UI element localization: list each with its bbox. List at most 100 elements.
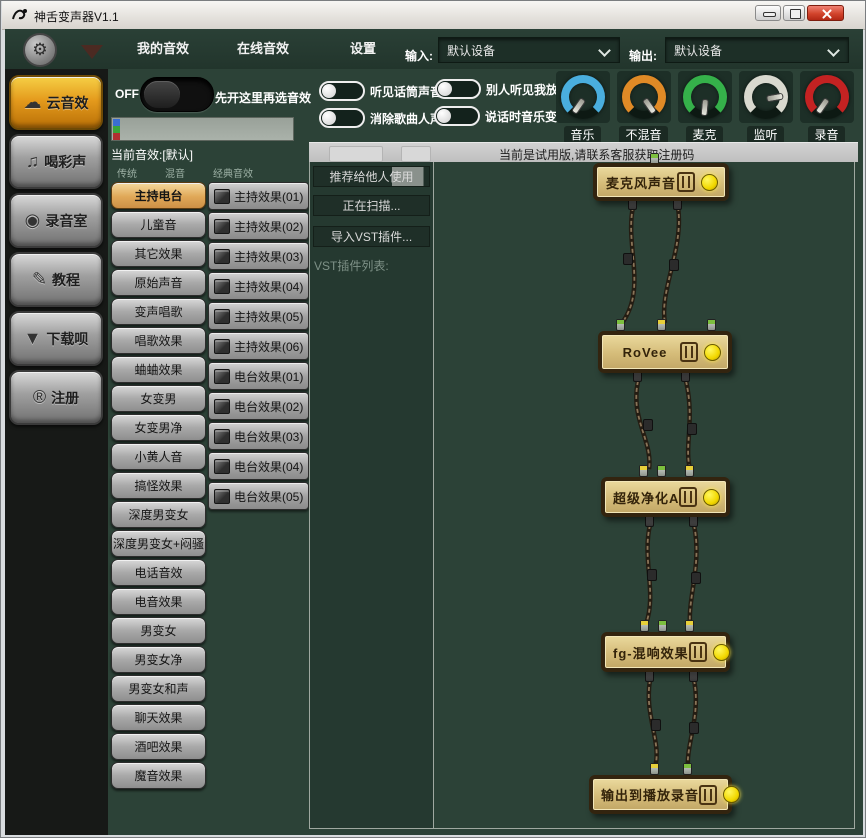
bypass-icon[interactable] [677,172,695,192]
knob-dial[interactable] [678,71,732,123]
effect-category-button[interactable]: 搞怪效果 [111,472,206,499]
node-reverb[interactable]: fg-混响效果 [601,632,730,672]
effect-category-button[interactable]: 酒吧效果 [111,733,206,760]
knob-dial[interactable] [739,71,793,123]
sidebar-button[interactable]: ✎ 教程 [9,252,103,307]
effect-category-button[interactable]: 男变女 [111,617,206,644]
sidebar-button[interactable]: ◉ 录音室 [9,193,103,248]
effect-category-button[interactable]: 深度男变女 [111,501,206,528]
node-output[interactable]: 输出到播放录音 [589,775,732,814]
effect-preset-button[interactable]: 电台效果(01) [208,362,309,390]
effect-preset-button[interactable]: 电台效果(02) [208,392,309,420]
toggle-switch[interactable] [434,106,480,126]
effect-category-button[interactable]: 男变女和声 [111,675,206,702]
bypass-icon[interactable] [699,785,717,805]
nav-tab[interactable]: 我的音效 [113,29,213,69]
titlebar[interactable]: 神舌变声器V1.1 [2,1,866,30]
effect-category-button[interactable]: 蛐蛐效果 [111,356,206,383]
bypass-icon[interactable] [679,487,697,507]
vst-panel-button[interactable]: 推荐给他人使用 [313,166,430,187]
node-led[interactable] [713,644,730,661]
effect-category-button[interactable]: 小黄人音 [111,443,206,470]
chevron-down-icon[interactable] [81,45,103,59]
node-rovee[interactable]: RoVee [598,331,732,373]
input-device-dropdown[interactable]: 默认设备 [438,37,620,63]
knob-dial[interactable] [556,71,610,123]
volume-knob[interactable]: 音乐 [554,71,611,144]
node-led[interactable] [704,344,721,361]
effect-category-button[interactable]: 女变男 [111,385,206,412]
node-pin[interactable] [658,620,667,632]
node-pin[interactable] [616,319,625,331]
toggle-switch[interactable] [319,81,365,101]
effect-preset-button[interactable]: 主持效果(05) [208,302,309,330]
node-pin[interactable] [657,465,666,477]
close-button[interactable] [807,5,844,21]
volume-knob[interactable]: 录音 [798,71,855,144]
effect-category-button[interactable]: 电话音效 [111,559,206,586]
effect-preset-button[interactable]: 主持效果(03) [208,242,309,270]
effect-category-button[interactable]: 变声唱歌 [111,298,206,325]
nav-tab[interactable]: 在线音效 [213,29,313,69]
vst-panel: 推荐给他人使用正在扫描...导入VST插件... VST插件列表: [309,162,434,829]
effect-category-button[interactable]: 聊天效果 [111,704,206,731]
nav-tab[interactable]: 设置 [313,29,413,69]
sidebar-button[interactable]: ☁ 云音效 [9,75,103,130]
maximize-button[interactable] [783,5,805,21]
notice-button[interactable] [401,146,431,162]
effect-category-button[interactable]: 女变男净 [111,414,206,441]
sidebar-button[interactable]: ♫ 喝彩声 [9,134,103,189]
effect-preset-button[interactable]: 主持效果(06) [208,332,309,360]
knob-ring [805,75,849,119]
effect-category-button[interactable]: 男变女净 [111,646,206,673]
node-pin[interactable] [685,620,694,632]
effect-preset-button[interactable]: 电台效果(05) [208,482,309,510]
toggle-switch[interactable] [319,108,365,128]
node-pin[interactable] [683,763,692,775]
effect-category-button[interactable]: 深度男变女+闷骚 [111,530,206,557]
node-pin[interactable] [707,319,716,331]
node-purifier[interactable]: 超级净化A [601,477,730,517]
effect-category-button[interactable]: 魔音效果 [111,762,206,789]
minimize-button[interactable] [755,5,781,21]
effect-preset-button[interactable]: 电台效果(03) [208,422,309,450]
node-led[interactable] [701,174,718,191]
node-pin[interactable] [640,620,649,632]
node-led[interactable] [723,786,740,803]
effect-category-button[interactable]: 其它效果 [111,240,206,267]
effect-category-button[interactable]: 唱歌效果 [111,327,206,354]
node-microphone[interactable]: 麦克风声音 [593,163,729,201]
node-pin[interactable] [639,465,648,477]
knob-dial[interactable] [617,71,671,123]
node-pin[interactable] [657,319,666,331]
sidebar-button[interactable]: ® 注册 [9,370,103,425]
vst-panel-button[interactable]: 导入VST插件... [313,226,430,247]
effect-preset-button[interactable]: 主持效果(04) [208,272,309,300]
effect-preset-button[interactable]: 电台效果(04) [208,452,309,480]
node-pin[interactable] [650,763,659,775]
notice-button[interactable] [329,146,383,162]
bypass-icon[interactable] [689,642,707,662]
effect-category-button[interactable]: 原始声音 [111,269,206,296]
bypass-icon[interactable] [680,342,698,362]
node-pin[interactable] [685,465,694,477]
master-power-toggle[interactable] [140,77,214,112]
volume-knob[interactable]: 不混音 [615,71,672,144]
knob-ring [622,75,666,119]
sidebar-button[interactable]: ▼ 下载呗 [9,311,103,366]
gear-menu-button[interactable]: ⚙ [23,33,57,67]
effect-category-button[interactable]: 儿童音 [111,211,206,238]
effect-preset-button[interactable]: 主持效果(01) [208,182,309,210]
knob-dial[interactable] [800,71,854,123]
vst-panel-button[interactable]: 正在扫描... [313,195,430,216]
sidebar: ☁ 云音效 ♫ 喝彩声 ◉ 录音室 ✎ 教程 [5,69,108,835]
mixer-knobs: 音乐 不混音 麦克 [554,71,855,144]
effect-category-button[interactable]: 电音效果 [111,588,206,615]
toggle-switch[interactable] [435,79,481,99]
volume-knob[interactable]: 麦克 [676,71,733,144]
effect-preset-button[interactable]: 主持效果(02) [208,212,309,240]
effect-category-button[interactable]: 主持电台 [111,182,206,209]
node-led[interactable] [703,489,720,506]
volume-knob[interactable]: 监听 [737,71,794,144]
output-device-dropdown[interactable]: 默认设备 [665,37,849,63]
